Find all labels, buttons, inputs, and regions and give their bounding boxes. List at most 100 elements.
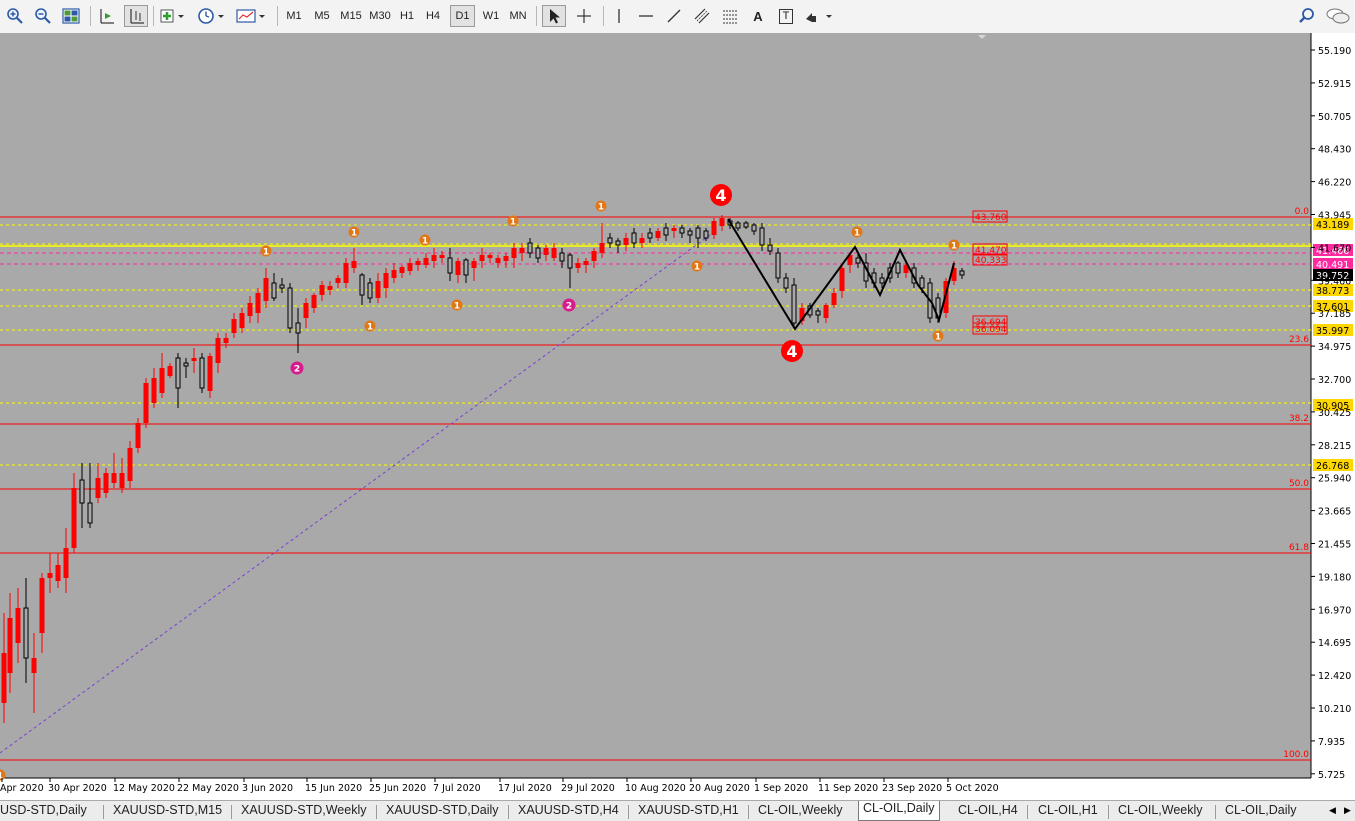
tab-cl-oil-daily-active[interactable]: CL-OIL,Daily [858,801,940,821]
tab-cl-oil-daily-2[interactable]: CL-OIL,Daily [1225,803,1297,821]
candle-body [247,303,253,316]
candle-body [519,248,525,253]
tab-xauusd-weekly[interactable]: XAUUSD-STD,Weekly [241,803,366,821]
tab-xauusd-h4[interactable]: XAUUSD-STD,H4 [518,803,619,821]
tile-windows-icon[interactable] [60,5,82,27]
chart-plot-area[interactable] [0,33,1311,778]
candle-body [687,230,693,236]
candle-body [559,252,565,262]
candle-body [71,488,77,548]
candle-body [295,322,301,334]
templates-icon[interactable] [235,5,269,27]
candle-body [415,261,421,265]
timeframe-w1[interactable]: W1 [479,5,503,27]
zoom-out-icon[interactable] [32,5,54,27]
fib-level-label: 38.2 [1289,414,1309,424]
time-axis-label: 10 Aug 2020 [625,783,686,794]
time-axis-label: 22 May 2020 [177,783,239,794]
scroll-right-icon[interactable]: ▶ [1344,806,1351,816]
cursor-icon[interactable] [542,5,566,27]
candle-body [503,256,509,261]
price-axis-label: 46.220 [1318,178,1351,189]
auto-scroll-icon[interactable] [124,5,148,27]
wave-marker-label: 1 [422,237,428,247]
time-axis-label: 3 Jun 2020 [242,783,293,794]
price-tag-label: 43.189 [1316,220,1349,231]
time-axis-label: 1 Sep 2020 [754,783,808,794]
candle-body [703,230,709,239]
vertical-line-icon[interactable] [607,5,631,27]
candle-body [455,261,461,275]
wave-marker-label: 2 [294,365,300,375]
candle-body [751,224,757,232]
timeframe-m15[interactable]: M15 [336,5,366,27]
time-axis-label: 15 Jun 2020 [305,783,362,794]
price-tag-label: 26.768 [1316,461,1349,472]
chat-icon[interactable] [1324,5,1352,27]
tab-cl-oil-h4[interactable]: CL-OIL,H4 [958,803,1018,821]
candle-body [343,263,349,283]
candle-body [239,313,245,328]
tab-xauusd-m15[interactable]: XAUUSD-STD,M15 [113,803,222,821]
chart-label-text: 40.333 [975,256,1007,266]
horizontal-line-icon[interactable] [634,5,658,27]
candle-body [919,277,925,289]
tab-scroll-arrows[interactable]: ◀ ▶ [1325,802,1355,820]
price-axis-label: 41.670 [1318,243,1351,254]
candle-body [879,277,885,284]
tab-cl-oil-h1[interactable]: CL-OIL,H1 [1038,803,1098,821]
wave-marker-label: 1 [367,323,373,333]
arrows-tool-icon[interactable] [802,5,836,27]
timeframe-m5[interactable]: M5 [309,5,335,27]
tab-usd-std-daily[interactable]: USD-STD,Daily [0,803,87,821]
zoom-in-icon[interactable] [4,5,26,27]
wave-marker-label: 1 [854,229,860,239]
candle-body [47,573,53,578]
fibonacci-retracement-icon[interactable] [718,5,742,27]
timeframe-d1[interactable]: D1 [450,5,475,27]
trendline-icon[interactable] [662,5,686,27]
timeframe-m1[interactable]: M1 [281,5,307,27]
tab-cl-oil-weekly[interactable]: CL-OIL,Weekly [758,803,843,821]
candle-body [95,478,101,498]
timeframe-h4[interactable]: H4 [421,5,445,27]
candle-body [287,287,293,329]
candle-body [895,262,901,274]
time-axis-label: 5 Oct 2020 [946,783,999,794]
candle-body [311,295,317,308]
tab-xauusd-h1[interactable]: XAUUSD-STD,H1 [638,803,739,821]
tab-xauusd-daily[interactable]: XAUUSD-STD,Daily [386,803,499,821]
timeframe-h1[interactable]: H1 [395,5,419,27]
candle-body [831,293,837,305]
price-chart[interactable]: 0.0 23.6 38.2 50.0 61.8 100.0 1 1 1 1 1 2 1 1 2 1 1 1 1 14… [0,33,1355,800]
price-axis-label: 32.700 [1318,375,1351,386]
candle-body [127,448,133,481]
wave-marker-label: 2 [566,302,572,312]
candle-body [855,257,861,264]
candle-body [79,479,85,504]
chart-shift-icon[interactable] [95,5,117,27]
candle-body [119,473,125,488]
candle-body [463,259,469,276]
tab-cl-oil-weekly-2[interactable]: CL-OIL,Weekly [1118,803,1203,821]
candle-body [743,222,749,228]
candle-body [23,607,29,659]
indicators-icon[interactable] [158,5,188,27]
period-clock-icon[interactable] [196,5,228,27]
scroll-left-icon[interactable]: ◀ [1329,806,1336,816]
candle-body [207,356,213,391]
equidistant-channel-icon[interactable] [690,5,714,27]
candle-body [535,247,541,259]
wave-marker-label: 1 [598,203,604,213]
chart-window[interactable]: 0.0 23.6 38.2 50.0 61.8 100.0 1 1 1 1 1 2 1 1 2 1 1 1 1 14… [0,33,1355,800]
timeframe-m30[interactable]: M30 [365,5,395,27]
candle-body [351,261,357,268]
candle-body [447,257,453,274]
text-label-tool-icon[interactable]: T [774,5,798,27]
timeframe-mn[interactable]: MN [504,5,532,27]
candle-body [431,255,437,261]
text-tool-icon[interactable]: A [746,5,770,27]
candle-body [487,255,493,258]
crosshair-icon[interactable] [572,5,596,27]
search-icon[interactable] [1296,5,1318,27]
